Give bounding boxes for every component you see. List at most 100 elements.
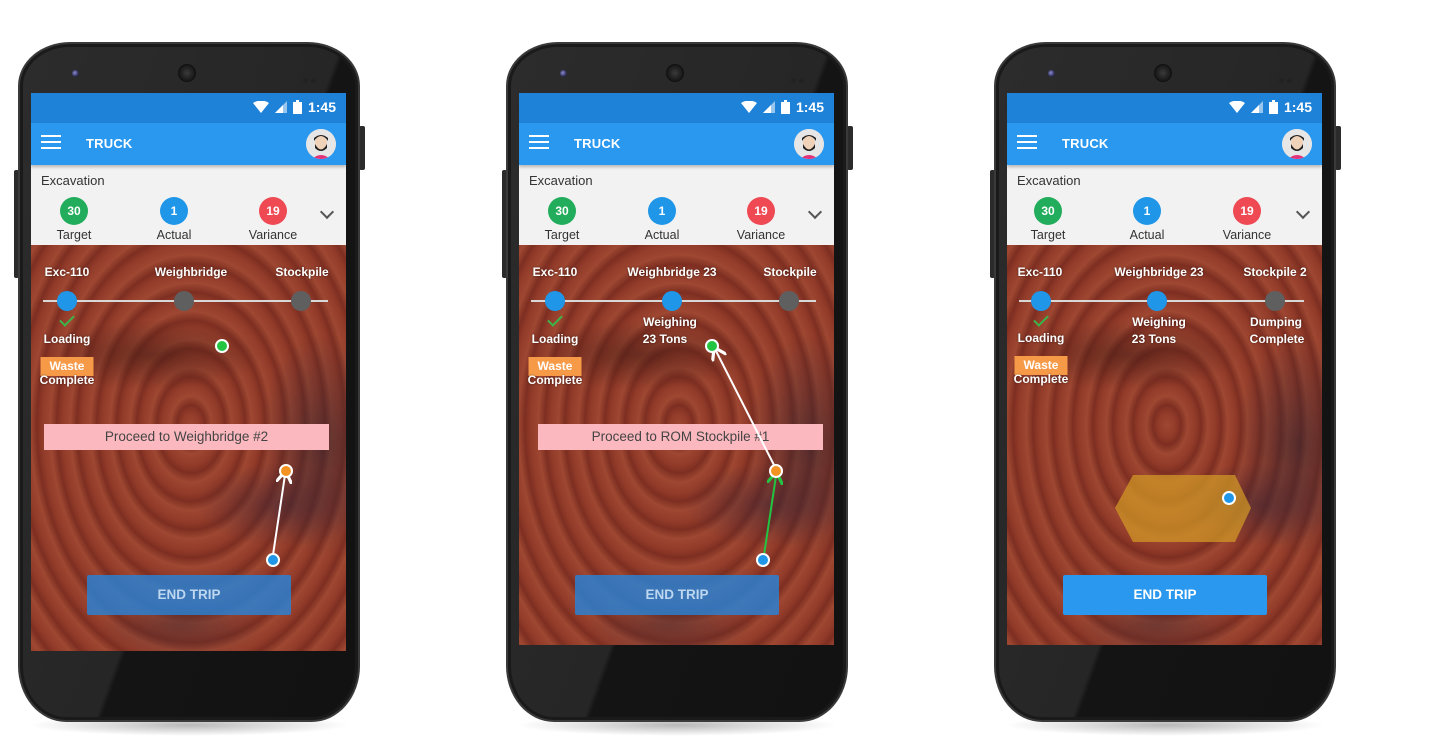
map-view[interactable]: Exc-110 Weighbridge 23 Stockpile Loading… [519,245,834,645]
destination-marker [279,464,293,478]
phone-mockup-3: 1:45 TRUCK Excavation 30 Target 1 Actual… [990,42,1341,736]
signal-icon [762,101,775,113]
signal-icon [274,101,287,113]
user-avatar[interactable] [1282,129,1312,159]
checkmark-icon [547,311,563,327]
variance-label: Variance [248,228,298,242]
step-weight-readout: 23 Tons [642,332,688,346]
front-camera-icon [1048,70,1055,77]
truck-location-marker [756,553,770,567]
actual-label: Actual [1129,228,1165,242]
phone-screen: 1:45 TRUCK Excavation 30 Target 1 Actual… [31,93,346,651]
variance-label: Variance [736,228,786,242]
target-count: 30 [548,197,576,225]
step-title-weighbridge: Weighbridge [154,265,228,279]
excavation-summary: Excavation 30 Target 1 Actual 19 Varianc… [1007,165,1322,245]
step-status-loading: Loading [531,332,579,346]
step-title-excavator: Exc-110 [1017,265,1063,279]
clock: 1:45 [1283,99,1312,115]
status-bar: 1:45 [31,93,346,123]
clock: 1:45 [307,99,336,115]
proximity-sensor [1279,70,1297,83]
step-node-excavator[interactable] [1031,291,1051,311]
app-title: TRUCK [86,136,133,151]
end-trip-button[interactable]: END TRIP [575,575,779,615]
chevron-down-icon[interactable] [807,204,823,220]
signal-icon [1250,101,1263,113]
excavation-summary: Excavation 30 Target 1 Actual 19 Varianc… [31,165,346,245]
step-node-stockpile[interactable] [1265,291,1285,311]
end-trip-button[interactable]: END TRIP [87,575,291,615]
step-status-dump-complete: Complete [1249,332,1305,346]
trip-progress: Exc-110 Weighbridge 23 Stockpile 2 Loadi… [1007,245,1322,395]
trip-progress: Exc-110 Weighbridge Stockpile Loading Wa… [31,245,346,395]
step-title-weighbridge: Weighbridge 23 [627,265,717,279]
wifi-icon [1228,101,1245,113]
step-weight-readout: 23 Tons [1131,332,1177,346]
target-count: 30 [60,197,88,225]
earpiece-speaker-icon [178,64,196,82]
app-bar: TRUCK [1007,123,1322,165]
hamburger-menu-icon[interactable] [41,135,61,151]
actual-label: Actual [156,228,192,242]
truck-location-marker [266,553,280,567]
step-title-stockpile: Stockpile 2 [1243,265,1307,279]
step-title-stockpile: Stockpile [763,265,817,279]
stockpile-geofence [1115,475,1251,542]
target-label: Target [1030,228,1066,242]
stat-target: 30 Target [1013,197,1083,242]
hamburger-menu-icon[interactable] [1017,135,1037,151]
phone-screen: 1:45 TRUCK Excavation 30 Target 1 Actual… [1007,93,1322,645]
stat-actual: 1 Actual [1112,197,1182,242]
step-status-complete: Complete [39,373,95,387]
map-view[interactable]: Exc-110 Weighbridge 23 Stockpile 2 Loadi… [1007,245,1322,645]
clock: 1:45 [795,99,824,115]
status-bar: 1:45 [519,93,834,123]
proximity-sensor [303,70,321,83]
section-title: Excavation [41,173,105,188]
step-node-stockpile[interactable] [291,291,311,311]
actual-count: 1 [1133,197,1161,225]
status-bar: 1:45 [1007,93,1322,123]
hamburger-menu-icon[interactable] [529,135,549,151]
app-title: TRUCK [574,136,621,151]
step-node-weighbridge[interactable] [1147,291,1167,311]
step-status-loading: Loading [1017,331,1065,345]
end-trip-button[interactable]: END TRIP [1063,575,1267,615]
stat-actual: 1 Actual [139,197,209,242]
variance-count: 19 [259,197,287,225]
actual-label: Actual [644,228,680,242]
earpiece-speaker-icon [1154,64,1172,82]
battery-icon [292,100,302,114]
step-status-loading: Loading [43,332,91,346]
step-node-weighbridge[interactable] [662,291,682,311]
step-status-weighing: Weighing [1132,315,1186,329]
wifi-icon [740,101,757,113]
step-status-weighing: Weighing [643,315,697,329]
stat-variance: 19 Variance [238,197,308,242]
step-node-excavator[interactable] [545,291,565,311]
step-node-weighbridge[interactable] [174,291,194,311]
chevron-down-icon[interactable] [319,204,335,220]
map-view[interactable]: Exc-110 Weighbridge Stockpile Loading Wa… [31,245,346,651]
app-title: TRUCK [1062,136,1109,151]
stat-variance: 19 Variance [1212,197,1282,242]
actual-count: 1 [160,197,188,225]
earpiece-speaker-icon [666,64,684,82]
step-status-complete: Complete [527,373,583,387]
app-bar: TRUCK [31,123,346,165]
front-camera-icon [72,70,79,77]
chevron-down-icon[interactable] [1295,204,1311,220]
wifi-icon [252,101,269,113]
step-status-complete: Complete [1013,372,1069,386]
variance-count: 19 [1233,197,1261,225]
user-avatar[interactable] [306,129,336,159]
step-node-stockpile[interactable] [779,291,799,311]
step-title-stockpile: Stockpile [275,265,329,279]
app-bar: TRUCK [519,123,834,165]
step-title-excavator: Exc-110 [532,265,578,279]
section-title: Excavation [529,173,593,188]
user-avatar[interactable] [794,129,824,159]
step-node-excavator[interactable] [57,291,77,311]
battery-icon [780,100,790,114]
